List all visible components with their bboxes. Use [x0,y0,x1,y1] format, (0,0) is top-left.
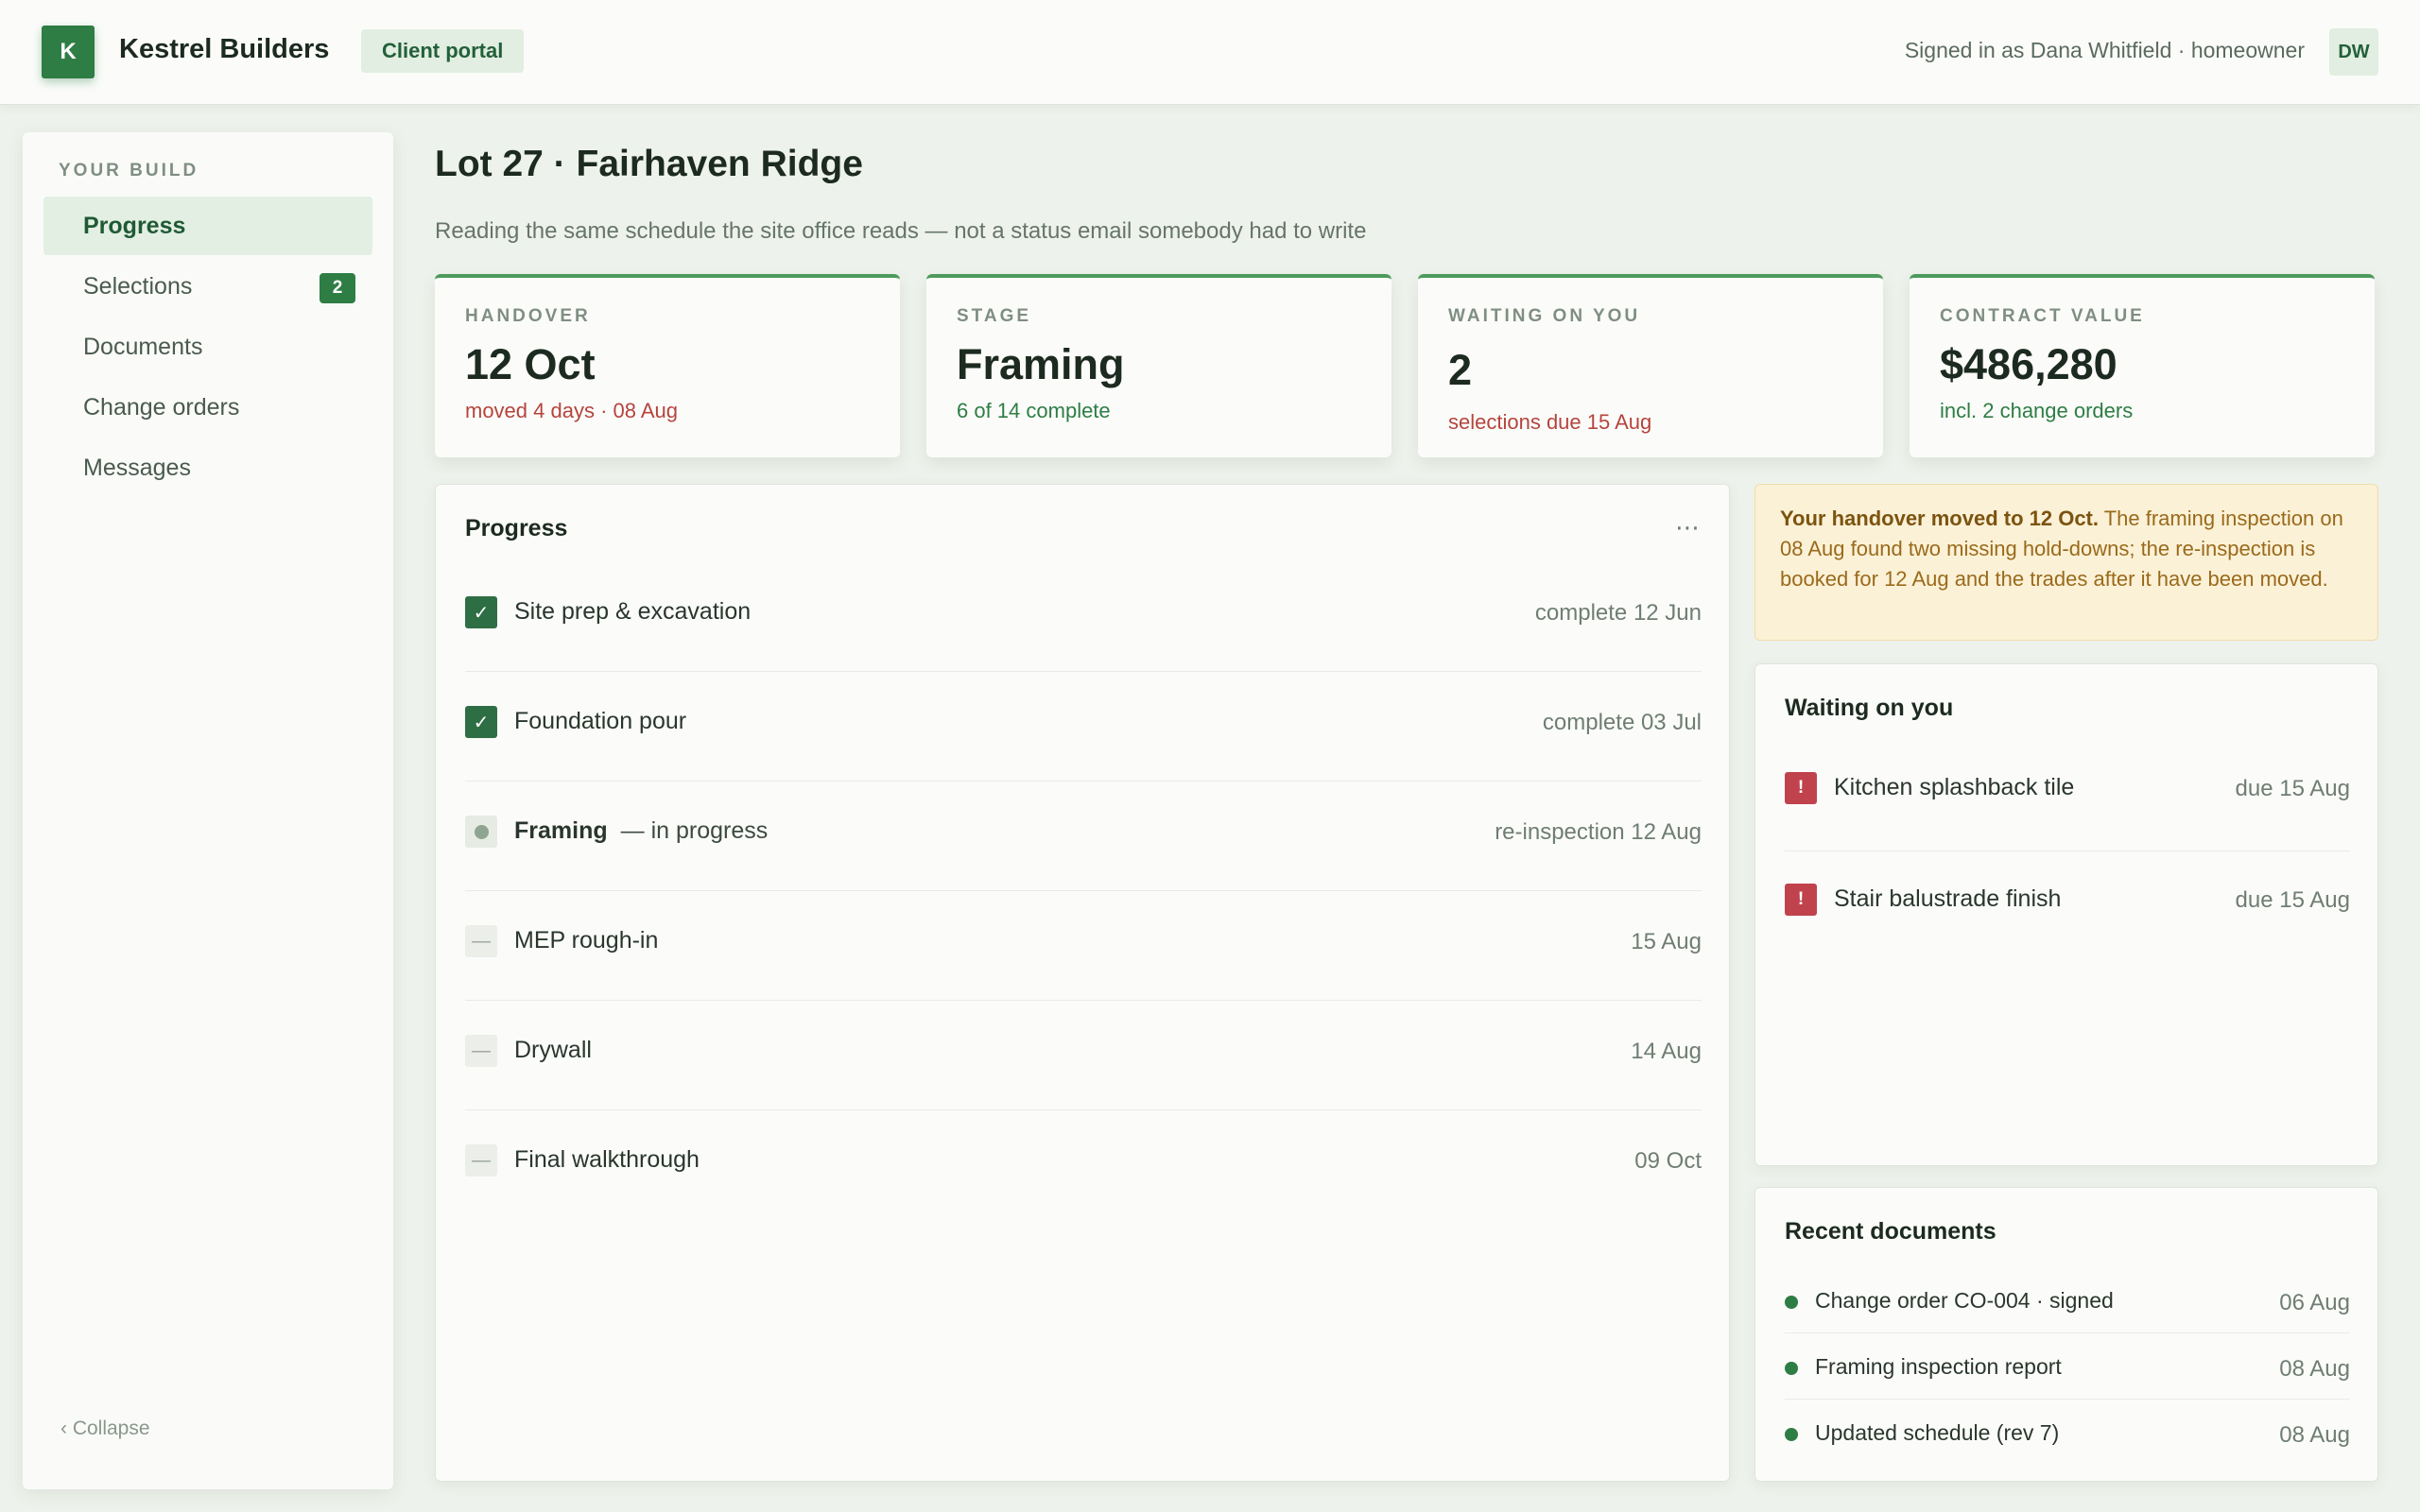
handover-alert: Your handover moved to 12 Oct. The frami… [1754,484,2378,641]
more-options-icon[interactable]: ⋯ [1675,513,1701,542]
pending-dash-icon: — [465,1035,497,1067]
milestone-date: 14 Aug [1631,1039,1702,1064]
panel-title: Waiting on you [1785,695,1954,721]
waiting-item-name: Stair balustrade finish [1834,885,2062,912]
document-row[interactable]: Framing inspection report 08 Aug [1785,1333,2350,1400]
pending-dash-icon: — [465,1144,497,1177]
progress-row[interactable]: Framing — in progress re-inspection 12 Au… [465,782,1702,891]
stat-note: moved 4 days · 08 Aug [465,399,679,422]
milestone-name: Site prep & excavation [514,598,752,625]
stat-value: 12 Oct [465,340,596,388]
avatar[interactable]: DW [2329,28,2378,76]
milestone-name: Drywall [514,1037,592,1063]
checkmark-icon: ✓ [465,706,497,738]
document-dot-icon [1785,1362,1798,1375]
selections-count-badge: 2 [320,273,355,303]
sidebar-heading: YOUR BUILD [59,161,199,180]
progress-row[interactable]: ✓ Foundation pour complete 03 Jul [465,672,1702,782]
alert-headline: Your handover moved to 12 Oct. [1780,507,2099,530]
stat-value: Framing [957,340,1125,388]
document-dot-icon [1785,1428,1798,1441]
progress-row[interactable]: — Drywall 14 Aug [465,1001,1702,1110]
waiting-item-due: due 15 Aug [2235,887,2350,913]
sidebar-item-label: Change orders [83,393,240,421]
stat-card-handover: HANDOVER 12 Oct moved 4 days · 08 Aug [435,274,900,457]
top-bar: K Kestrel Builders Client portal Signed … [0,0,2420,105]
document-row[interactable]: Change order CO-004 · signed 06 Aug [1785,1267,2350,1333]
milestone-date: complete 12 Jun [1534,600,1702,626]
client-portal-chip: Client portal [361,29,525,73]
collapse-sidebar-button[interactable]: ‹ Collapse [60,1418,150,1440]
page-subtitle: Reading the same schedule the site offic… [435,218,1367,244]
sidebar-item-change-orders[interactable]: Change orders [43,378,372,437]
stat-card-stage: STAGE Framing 6 of 14 complete [926,274,1392,457]
sidebar-item-messages[interactable]: Messages [43,438,372,497]
in-progress-dot-icon [465,816,497,848]
milestone-name: Framing — in progress [514,817,768,845]
progress-row[interactable]: ✓ Site prep & excavation complete 12 Jun [465,562,1702,672]
waiting-item-name: Kitchen splashback tile [1834,774,2075,800]
sidebar-item-progress[interactable]: Progress [43,197,372,255]
pending-dash-icon: — [465,925,497,957]
waiting-item-due: due 15 Aug [2235,776,2350,801]
milestone-date: complete 03 Jul [1542,710,1702,735]
stat-label: HANDOVER [465,306,591,326]
stat-value: 2 [1448,346,1473,394]
brand-logo[interactable]: K [42,26,95,78]
progress-row[interactable]: — MEP rough-in 15 Aug [465,891,1702,1001]
checkmark-icon: ✓ [465,596,497,628]
progress-row[interactable]: — Final walkthrough 09 Oct [465,1110,1702,1220]
stat-note: incl. 2 change orders [1940,399,2134,422]
milestone-date: re-inspection 12 Aug [1495,819,1702,845]
document-row[interactable]: Updated schedule (rev 7) 08 Aug [1785,1400,2350,1466]
milestone-name: Final walkthrough [514,1146,700,1173]
document-name: Change order CO-004 · signed [1815,1288,2114,1313]
document-date: 08 Aug [2279,1356,2350,1382]
panel-title: Progress [465,515,568,541]
sidebar-item-selections[interactable]: Selections 2 [43,257,372,316]
sidebar-item-label: Documents [83,333,203,360]
waiting-on-you-panel: Waiting on you ! Kitchen splashback tile… [1754,663,2378,1166]
stat-card-contract-value: CONTRACT VALUE $486,280 incl. 2 change o… [1910,274,2375,457]
sidebar-item-documents[interactable]: Documents [43,318,372,376]
milestone-date: 09 Oct [1634,1148,1702,1174]
waiting-item[interactable]: ! Kitchen splashback tile due 15 Aug [1785,740,2350,851]
alert-icon: ! [1785,884,1817,916]
stat-label: CONTRACT VALUE [1940,306,2145,326]
stat-label: STAGE [957,306,1032,326]
waiting-item[interactable]: ! Stair balustrade finish due 15 Aug [1785,851,2350,963]
stat-value: $486,280 [1940,340,2118,388]
progress-panel: Progress ⋯ ✓ Site prep & excavation comp… [435,484,1730,1482]
document-name: Updated schedule (rev 7) [1815,1420,2060,1445]
stat-label: WAITING ON YOU [1448,306,1641,326]
document-dot-icon [1785,1296,1798,1309]
sidebar: YOUR BUILD Progress Selections 2 Documen… [23,132,393,1489]
milestone-date: 15 Aug [1631,929,1702,954]
panel-title: Recent documents [1785,1218,1996,1245]
signed-in-text: Signed in as Dana Whitfield · homeowner [1904,38,2305,62]
sidebar-item-label: Progress [83,212,186,239]
alert-icon: ! [1785,772,1817,804]
milestone-status: — in progress [620,817,769,844]
document-date: 08 Aug [2279,1422,2350,1448]
document-date: 06 Aug [2279,1290,2350,1315]
stat-card-waiting: WAITING ON YOU 2 selections due 15 Aug [1418,274,1883,457]
page-title: Lot 27 · Fairhaven Ridge [435,144,863,184]
milestone-name: MEP rough-in [514,927,659,954]
stat-note: selections due 15 Aug [1448,410,1652,434]
recent-documents-panel: Recent documents Change order CO-004 · s… [1754,1187,2378,1482]
sidebar-item-label: Messages [83,454,191,481]
document-name: Framing inspection report [1815,1354,2062,1379]
stat-note: 6 of 14 complete [957,399,1111,422]
milestone-title: Framing [514,817,608,844]
brand-name: Kestrel Builders [119,34,330,64]
milestone-name: Foundation pour [514,708,687,734]
sidebar-item-label: Selections [83,272,193,300]
